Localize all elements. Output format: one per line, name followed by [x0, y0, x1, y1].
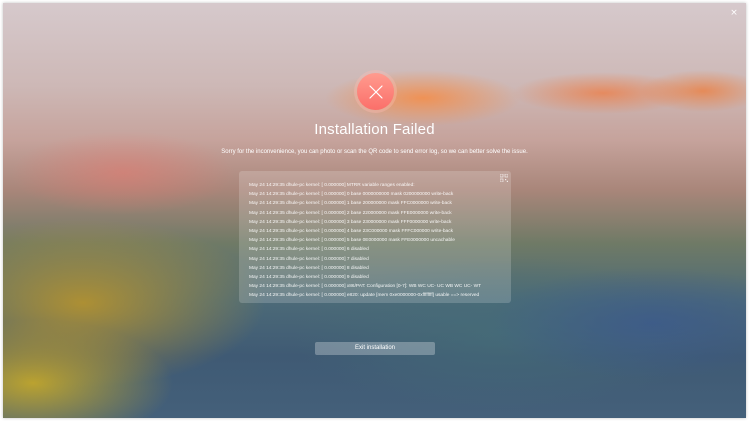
- log-line: May 24 14:29:35 dhule-pc kernel: [ 0.000…: [249, 192, 454, 198]
- log-line: May 24 14:29:35 dhule-pc kernel: [ 0.000…: [249, 265, 369, 271]
- log-line: May 24 14:29:35 dhule-pc kernel: [ 0.000…: [249, 201, 452, 207]
- error-x-icon: [357, 73, 394, 110]
- log-line: May 24 14:29:35 dhule-pc kernel: [ 0.000…: [249, 238, 455, 244]
- log-line: May 24 14:29:35 dhule-pc kernel: [ 0.000…: [249, 274, 369, 280]
- error-log-panel[interactable]: May 24 14:29:35 dhule-pc kernel: [ 0.000…: [239, 171, 511, 303]
- log-line: May 24 14:29:35 dhule-pc kernel: [ 0.000…: [249, 247, 369, 253]
- log-line: May 24 14:29:35 dhule-pc kernel: [ 0.000…: [249, 284, 482, 290]
- log-line: May 24 14:29:35 dhule-pc kernel: [ 0.000…: [249, 210, 452, 216]
- close-icon[interactable]: ×: [728, 7, 740, 19]
- x-mark-icon: [368, 84, 383, 99]
- log-line: May 24 14:29:35 dhule-pc kernel: [ 0.000…: [249, 293, 480, 299]
- page-title: Installation Failed: [314, 121, 435, 138]
- log-lines: May 24 14:29:35 dhule-pc kernel: [ 0.000…: [249, 181, 503, 300]
- log-line: May 24 14:29:35 dhule-pc kernel: [ 0.000…: [249, 183, 415, 188]
- exit-installation-button[interactable]: Exit installation: [315, 342, 435, 355]
- error-message: Sorry for the inconvenience, you can pho…: [221, 149, 528, 155]
- log-line: May 24 14:29:35 dhule-pc kernel: [ 0.000…: [249, 228, 453, 234]
- log-line: May 24 14:29:35 dhule-pc kernel: [ 0.000…: [249, 219, 452, 225]
- log-line: May 24 14:29:35 dhule-pc kernel: [ 0.000…: [249, 256, 369, 262]
- installer-window: × Installation Failed Sorry for the inco…: [3, 3, 746, 418]
